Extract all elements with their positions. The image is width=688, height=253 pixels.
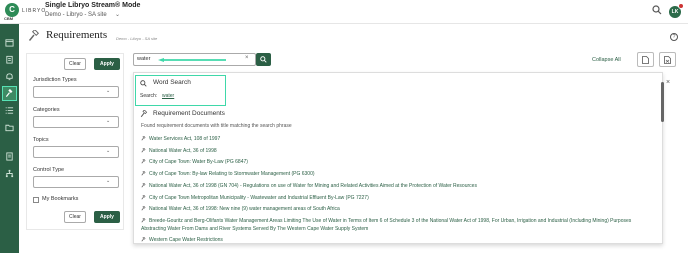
gavel-icon [141,237,146,242]
control-type-label: Control Type [33,167,65,173]
requirement-document-title: City of Cape Town: Water By-Law (PG 6847… [149,159,248,165]
chevron-down-icon[interactable]: ⌄ [115,11,120,18]
requirement-document-link[interactable]: National Water Act, 36 of 1998 [141,148,217,154]
requirement-document-title: Western Cape Water Restrictions [149,237,223,243]
logo-caption: CBM [4,16,14,21]
my-bookmarks-label: My Bookmarks [42,196,79,202]
clipboard-icon[interactable] [3,53,16,66]
jurisdiction-types-label: Jurisdiction Types [33,77,77,83]
requirement-document-title: City of Cape Town Metropolitan Municipal… [149,195,369,201]
document-list-icon[interactable] [3,150,16,163]
gavel-icon [141,159,146,164]
clear-filters-button[interactable]: Clear [64,58,86,70]
page-title: Requirements [46,29,108,41]
export-excel-button[interactable] [659,52,676,67]
apply-filters-button-bottom[interactable]: Apply [94,211,120,223]
requirement-document-link[interactable]: City of Cape Town: By-law Relating to St… [141,171,315,177]
search-input-value: water [137,56,151,62]
collapse-all-link[interactable]: Collapse All [592,57,621,63]
my-bookmarks-checkbox[interactable] [33,197,39,203]
folder-icon[interactable] [3,121,16,134]
requirement-document-link[interactable]: City of Cape Town: Water By-Law (PG 6847… [141,159,248,165]
gavel-icon [141,195,146,200]
help-icon[interactable]: ? [670,33,678,41]
close-icon[interactable]: × [666,79,670,86]
calendar-icon[interactable] [3,36,16,49]
notification-flag-icon [678,3,684,9]
clear-filters-button-bottom[interactable]: Clear [64,211,86,223]
pdf-icon [642,55,649,64]
app-title: Single Libryo Stream® Mode [45,2,141,9]
arrow-annotation-icon [158,58,226,62]
search-icon [140,80,147,87]
requirement-document-title: Breede-Gouritz and Berg-Olifants Water M… [141,218,632,232]
chevron-down-icon: ⌄ [106,148,111,154]
brand-name: LIBRYO [22,8,47,14]
requirement-document-link[interactable]: City of Cape Town Metropolitan Municipal… [141,195,369,201]
org-chart-icon[interactable] [3,167,16,180]
requirement-document-title: Water Services Act, 108 of 1997 [149,136,221,142]
gavel-icon[interactable] [2,86,17,101]
breadcrumb: Demo - Libryo - SA site [116,36,158,41]
bell-icon[interactable] [3,70,16,83]
requirement-document-title: National Water Act, 36 of 1998: New nine… [149,206,340,212]
gavel-icon [28,30,40,41]
excel-icon [664,55,671,64]
requirement-documents-description: Found requirement documents with title m… [141,123,292,129]
chevron-down-icon: ⌄ [106,178,111,184]
requirement-document-link[interactable]: Western Cape Water Restrictions [141,237,223,243]
gavel-icon [141,206,146,211]
search-icon [260,56,267,63]
categories-label: Categories [33,107,60,113]
word-search-prefix: Search: [140,93,158,99]
requirement-document-link[interactable]: Breede-Gouritz and Berg-Olifants Water M… [141,218,641,233]
requirement-document-title: National Water Act, 36 of 1998 (GN 704) … [149,183,477,189]
topics-label: Topics [33,137,49,143]
left-rail [0,24,19,253]
gavel-icon [141,218,146,223]
search-icon[interactable] [652,5,662,15]
requirement-document-link[interactable]: National Water Act, 36 of 1998 (GN 704) … [141,183,477,189]
results-scrollbar[interactable] [661,82,664,122]
list-icon[interactable] [3,104,16,117]
requirement-document-title: National Water Act, 36 of 1998 [149,148,217,154]
gavel-icon [140,110,148,118]
chevron-down-icon: ⌄ [106,88,111,94]
export-pdf-button[interactable] [637,52,654,67]
apply-filters-button[interactable]: Apply [94,58,120,70]
requirement-documents-title: Requirement Documents [153,110,225,117]
requirement-document-link[interactable]: Water Services Act, 108 of 1997 [141,136,220,142]
clear-search-icon[interactable]: × [245,55,249,61]
gavel-icon [141,136,146,141]
requirement-document-title: City of Cape Town: By-law Relating to St… [149,171,315,177]
gavel-icon [141,148,146,153]
search-button[interactable] [256,53,271,66]
chevron-down-icon: ⌄ [106,118,111,124]
word-search-title: Word Search [153,79,191,86]
requirement-document-link[interactable]: National Water Act, 36 of 1998: New nine… [141,206,340,212]
word-search-term-link[interactable]: water [162,93,174,99]
site-selector[interactable]: Demo - Libryo - SA site [45,12,107,18]
gavel-icon [141,183,146,188]
gavel-icon [141,171,146,176]
cbm-logo[interactable]: C [5,3,19,17]
